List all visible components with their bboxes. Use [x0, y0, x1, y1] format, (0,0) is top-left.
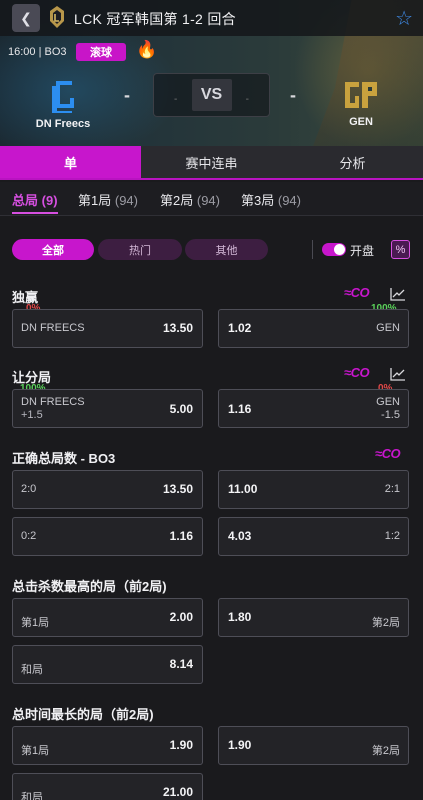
- co-logo-icon: ≈CO: [344, 285, 370, 300]
- odd-longest-map-1[interactable]: 第1局 1.90: [12, 726, 203, 765]
- odd-winner-right[interactable]: 1.02 GEN: [218, 309, 409, 348]
- odd-score-2-1[interactable]: 11.00 2:1: [218, 470, 409, 509]
- top-bar: ❮ LCK 冠军韩国第 1-2 回合 ☆: [0, 0, 423, 36]
- odd-score-0-2[interactable]: 0:2 1.16: [12, 517, 203, 556]
- filter-hot-button[interactable]: 热门: [98, 239, 182, 260]
- vs-label: VS: [191, 79, 232, 111]
- odd-longest-map-2[interactable]: 1.90 第2局: [218, 726, 409, 765]
- filter-other-button[interactable]: 其他: [185, 239, 268, 260]
- trend-chart-icon[interactable]: [390, 287, 406, 301]
- league-logo-icon: [50, 6, 64, 28]
- active-tab-underline: [12, 212, 58, 214]
- team-left-name: DN Freecs: [35, 118, 91, 130]
- dn-freecs-logo-icon: [52, 81, 74, 113]
- tab-overall[interactable]: 总局 (9): [12, 190, 58, 209]
- tab-map-3[interactable]: 第3局 (94): [241, 190, 301, 209]
- odd-score-1-2[interactable]: 4.03 1:2: [218, 517, 409, 556]
- team-right: GEN: [306, 78, 416, 128]
- odd-kills-draw[interactable]: 和局 8.14: [12, 645, 203, 684]
- vs-box: - VS -: [153, 73, 270, 117]
- odd-winner-left[interactable]: DN FREECS 13.50: [12, 309, 203, 348]
- divider: [312, 240, 313, 259]
- tab-single[interactable]: 单: [0, 146, 141, 178]
- fire-icon: 🔥: [136, 40, 158, 59]
- market-title-most-kills: 总击杀数最高的局（前2局): [12, 579, 167, 594]
- odd-longest-draw[interactable]: 和局 21.00: [12, 773, 203, 800]
- market-title-longest: 总时间最长的局（前2局): [12, 707, 154, 722]
- tab-map-2[interactable]: 第2局 (94): [160, 190, 220, 209]
- match-time: 16:00 | BO3: [8, 46, 67, 58]
- percent-toggle-button[interactable]: %: [391, 240, 410, 259]
- odd-kills-map-2[interactable]: 1.80 第2局: [218, 598, 409, 637]
- team-left: DN Freecs: [8, 78, 118, 130]
- score-right: -: [290, 85, 296, 105]
- odd-kills-map-1[interactable]: 第1局 2.00: [12, 598, 203, 637]
- odd-score-2-0[interactable]: 2:0 13.50: [12, 470, 203, 509]
- tab-live-parlay[interactable]: 赛中连串: [141, 146, 282, 178]
- odd-handicap-left[interactable]: DN FREECS +1.5 5.00: [12, 389, 203, 428]
- match-banner: ❮ LCK 冠军韩国第 1-2 回合 ☆ 16:00 | BO3 滚球 🔥 DN…: [0, 0, 423, 146]
- chevron-left-icon: ❮: [20, 9, 32, 26]
- main-tabs: 单 赛中连串 分析: [0, 146, 423, 180]
- tab-analysis[interactable]: 分析: [282, 146, 423, 178]
- map-tabs: 总局 (9) 第1局 (94) 第2局 (94) 第3局 (94): [0, 182, 423, 216]
- tab-map-1[interactable]: 第1局 (94): [78, 190, 138, 209]
- co-logo-icon: ≈CO: [344, 365, 370, 380]
- filter-all-button[interactable]: 全部: [12, 239, 94, 260]
- back-button[interactable]: ❮: [12, 4, 40, 32]
- score-left: -: [124, 85, 130, 105]
- favorite-star-icon[interactable]: ☆: [395, 6, 413, 31]
- open-market-toggle[interactable]: [322, 243, 346, 256]
- team-right-name: GEN: [349, 116, 373, 128]
- gen-logo-icon: [345, 82, 377, 108]
- market-title-correct-score: 正确总局数 - BO3: [12, 451, 116, 466]
- page-title: LCK 冠军韩国第 1-2 回合: [74, 11, 236, 27]
- odd-handicap-right[interactable]: 1.16 GEN -1.5: [218, 389, 409, 428]
- open-market-label: 开盘: [350, 244, 375, 258]
- live-badge: 滚球: [76, 43, 126, 61]
- co-logo-icon: ≈CO: [375, 446, 401, 461]
- trend-chart-icon[interactable]: [390, 367, 406, 381]
